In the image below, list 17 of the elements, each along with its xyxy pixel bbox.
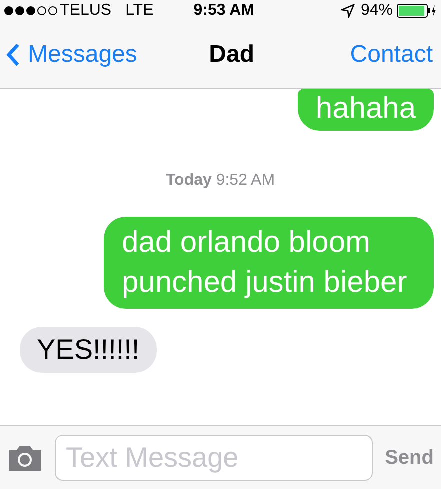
network-type: LTE [126,1,154,21]
contact-button[interactable]: Contact [350,37,435,73]
clock: 9:53 AM [194,1,254,21]
carrier: TELUS [60,1,112,21]
location-icon [340,4,355,18]
sent-message: hahaha [298,89,434,131]
received-message: YES!!!!!! [20,327,157,373]
chevron-left-icon [6,43,20,67]
back-button[interactable]: Messages [6,37,138,73]
signal-icon [4,6,58,16]
camera-icon[interactable] [7,444,43,472]
battery-icon [397,4,437,18]
battery-percent: 94% [360,1,393,21]
message-field[interactable]: Text Message [55,434,374,480]
sent-message: dad orlando bloom punched justin bieber [104,217,434,309]
timestamp: Today 9:52 AM [166,171,276,191]
conversation-title: Dad [209,40,254,70]
